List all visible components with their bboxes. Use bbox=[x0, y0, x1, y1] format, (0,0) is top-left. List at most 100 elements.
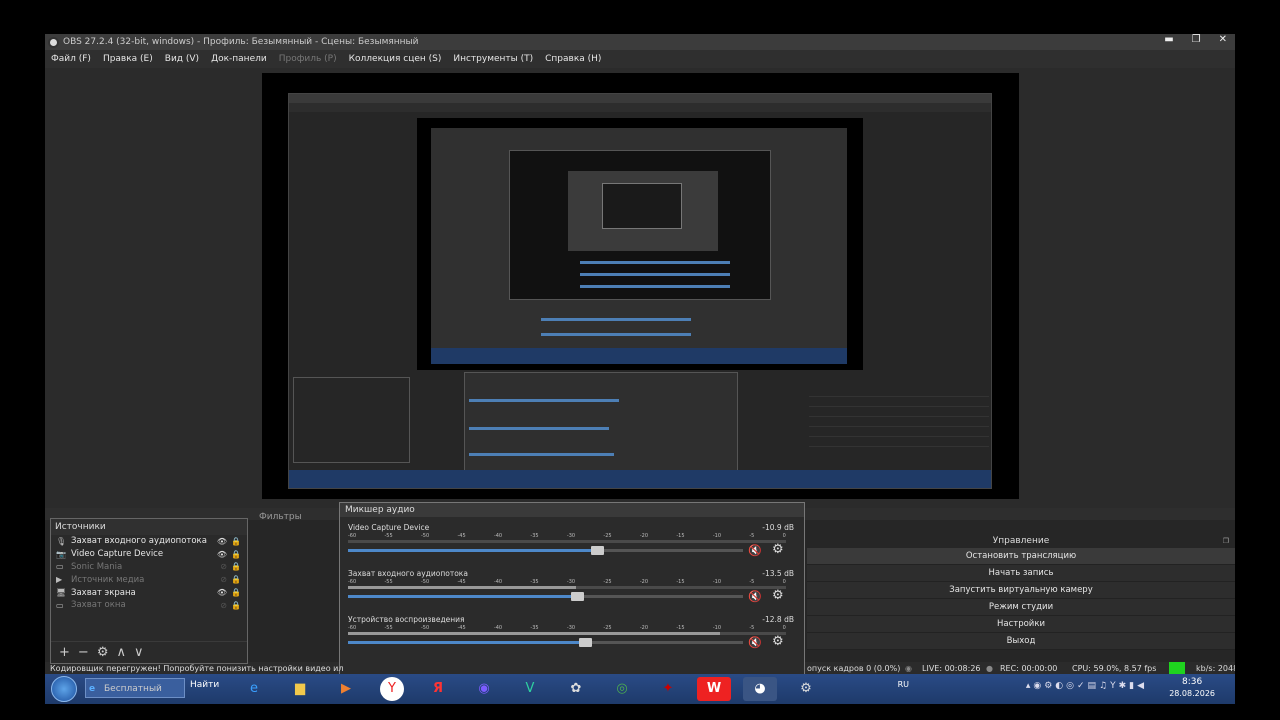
volume-slider-handle[interactable] bbox=[590, 546, 604, 555]
source-item[interactable]: ▭ Sonic Mania ⊘ 🔒 bbox=[51, 561, 247, 574]
lock-icon[interactable]: 🔒 bbox=[231, 575, 241, 584]
visibility-eye-icon[interactable]: ⊘ bbox=[220, 562, 227, 571]
mixer-tick-label: -40 bbox=[493, 625, 503, 631]
media-player-icon[interactable]: ▶ bbox=[329, 677, 363, 701]
mixer-tick-label: -35 bbox=[530, 533, 539, 539]
menu-help[interactable]: Справка (H) bbox=[539, 54, 607, 64]
lock-icon[interactable]: 🔒 bbox=[231, 562, 241, 571]
source-item[interactable]: 🖥 Захват экрана 👁 🔒 bbox=[51, 586, 247, 599]
sources-dock: Источники 🎙 Захват входного аудиопотока 👁 🔒… bbox=[50, 518, 248, 664]
clock-date: 28.08.2026 bbox=[1169, 689, 1215, 698]
lock-icon[interactable]: 🔒 bbox=[231, 588, 241, 597]
remove-source-button[interactable]: − bbox=[78, 645, 89, 660]
menu-bar: Файл (F) Правка (E) Вид (V) Док-панели П… bbox=[45, 50, 1235, 68]
menu-scene-collection[interactable]: Коллекция сцен (S) bbox=[343, 54, 448, 64]
control-button[interactable]: Начать запись bbox=[807, 565, 1235, 582]
source-item[interactable]: ▶ Источник медиа ⊘ 🔒 bbox=[51, 573, 247, 586]
move-source-down-button[interactable]: ∨ bbox=[134, 645, 144, 660]
mixer-tick-label: 0 bbox=[782, 579, 786, 585]
vpn-icon[interactable]: V bbox=[513, 677, 547, 701]
controls-dock: Управление ❐ Остановить трансляцию Начать… bbox=[807, 534, 1235, 654]
mixer-tick-label: -10 bbox=[712, 625, 722, 631]
lock-icon[interactable]: 🔒 bbox=[231, 550, 241, 559]
source-type-icon: 📷 bbox=[56, 549, 66, 559]
mute-speaker-icon[interactable]: 🔇 bbox=[748, 590, 762, 603]
network-icon: ◉ bbox=[905, 664, 912, 673]
source-item[interactable]: ▭ Захват окна ⊘ 🔒 bbox=[51, 599, 247, 612]
mixer-tick-label: -20 bbox=[639, 625, 649, 631]
mixer-tick-label: -55 bbox=[384, 625, 393, 631]
preview-canvas[interactable] bbox=[262, 73, 1019, 499]
mixer-tick-label: -35 bbox=[530, 579, 539, 585]
visibility-eye-icon[interactable]: 👁 bbox=[217, 537, 227, 546]
lock-icon[interactable]: 🔒 bbox=[231, 537, 241, 546]
mixer-tick-label: -40 bbox=[493, 579, 503, 585]
close-button[interactable]: ✕ bbox=[1219, 34, 1227, 45]
maximize-button[interactable]: ❐ bbox=[1192, 34, 1201, 45]
source-item[interactable]: 🎙 Захват входного аудиопотока 👁 🔒 bbox=[51, 535, 247, 548]
ie-icon[interactable]: e bbox=[237, 677, 271, 701]
mixer-tick-label: -25 bbox=[603, 579, 612, 585]
mixer-tick-label: -50 bbox=[420, 625, 430, 631]
clock[interactable]: 8:36 28.08.2026 bbox=[1169, 677, 1215, 699]
language-indicator[interactable]: RU bbox=[898, 680, 909, 689]
search-find-button[interactable]: Найти bbox=[190, 680, 219, 690]
game-app-icon[interactable]: ✦ bbox=[651, 677, 685, 701]
channel-settings-gear-icon[interactable]: ⚙ bbox=[772, 588, 784, 603]
mixer-tick-label: -35 bbox=[530, 625, 539, 631]
tray-icons[interactable]: ▴◉⚙◐◎✓▤♫Y✱▮◀ bbox=[1026, 681, 1147, 691]
source-label: Захват окна bbox=[71, 600, 126, 611]
clock-time: 8:36 bbox=[1181, 677, 1203, 687]
lock-icon[interactable]: 🔒 bbox=[231, 601, 241, 610]
level-meter bbox=[348, 586, 786, 589]
yandex-icon[interactable]: Я bbox=[421, 677, 455, 701]
volume-slider[interactable] bbox=[348, 546, 743, 555]
visibility-eye-icon[interactable]: 👁 bbox=[217, 588, 227, 597]
volume-slider[interactable] bbox=[348, 638, 743, 647]
volume-slider-handle[interactable] bbox=[579, 638, 592, 647]
control-button[interactable]: Режим студии bbox=[807, 599, 1235, 616]
source-item[interactable]: 📷 Video Capture Device 👁 🔒 bbox=[51, 548, 247, 561]
mute-speaker-icon[interactable]: 🔇 bbox=[748, 636, 762, 649]
source-properties-button[interactable]: ⚙ bbox=[97, 645, 109, 660]
start-button[interactable] bbox=[51, 676, 77, 702]
menu-docks[interactable]: Док-панели bbox=[205, 54, 273, 64]
mixer-tick-label: 0 bbox=[782, 533, 786, 539]
visibility-eye-icon[interactable]: ⊘ bbox=[220, 575, 227, 584]
visibility-eye-icon[interactable]: 👁 bbox=[217, 550, 227, 559]
filters-tab[interactable]: Фильтры bbox=[259, 512, 302, 522]
mixer-scale: -60 -55 -50 -45 -40 -35 -30 -25 -20 -15 -10 -5 0 bbox=[348, 579, 786, 585]
wps-icon[interactable]: W bbox=[697, 677, 731, 701]
obs-taskbar-icon[interactable]: ◕ bbox=[743, 677, 777, 701]
taskbar-search-input[interactable]: Бесплатный арх... bbox=[85, 678, 185, 699]
minimize-button[interactable]: ▬ bbox=[1164, 34, 1173, 45]
mixer-tick-label: -20 bbox=[639, 533, 649, 539]
control-button[interactable]: Настройки bbox=[807, 616, 1235, 633]
control-button[interactable]: Выход bbox=[807, 633, 1235, 650]
menu-profile[interactable]: Профиль (P) bbox=[273, 54, 343, 64]
volume-slider-handle[interactable] bbox=[571, 592, 585, 601]
undock-icon[interactable]: ❐ bbox=[1223, 534, 1229, 548]
yandex-browser-icon[interactable]: Y bbox=[380, 677, 404, 701]
chrome-icon[interactable]: ◎ bbox=[605, 677, 639, 701]
chatgpt-icon[interactable]: ✿ bbox=[559, 677, 593, 701]
visibility-eye-icon[interactable]: ⊘ bbox=[220, 601, 227, 610]
volume-slider[interactable] bbox=[348, 592, 743, 601]
menu-edit[interactable]: Правка (E) bbox=[97, 54, 159, 64]
control-button[interactable]: Остановить трансляцию bbox=[807, 548, 1235, 565]
menu-tools[interactable]: Инструменты (T) bbox=[447, 54, 539, 64]
encoder-warning: Кодировщик перегружен! Попробуйте понизи… bbox=[50, 664, 344, 673]
menu-file[interactable]: Файл (F) bbox=[45, 54, 97, 64]
explorer-icon[interactable]: ▆ bbox=[283, 677, 317, 701]
control-button[interactable]: Запустить виртуальную камеру bbox=[807, 582, 1235, 599]
channel-settings-gear-icon[interactable]: ⚙ bbox=[772, 542, 784, 557]
channel-settings-gear-icon[interactable]: ⚙ bbox=[772, 634, 784, 649]
mixer-tick-label: -40 bbox=[493, 533, 503, 539]
channel-db: -12.8 dB bbox=[762, 615, 794, 624]
move-source-up-button[interactable]: ∧ bbox=[116, 645, 126, 660]
menu-view[interactable]: Вид (V) bbox=[159, 54, 205, 64]
mute-speaker-icon[interactable]: 🔇 bbox=[748, 544, 762, 557]
steam-icon[interactable]: ⚙ bbox=[789, 677, 823, 701]
app-icon[interactable]: ◉ bbox=[467, 677, 501, 701]
add-source-button[interactable]: + bbox=[59, 645, 70, 660]
